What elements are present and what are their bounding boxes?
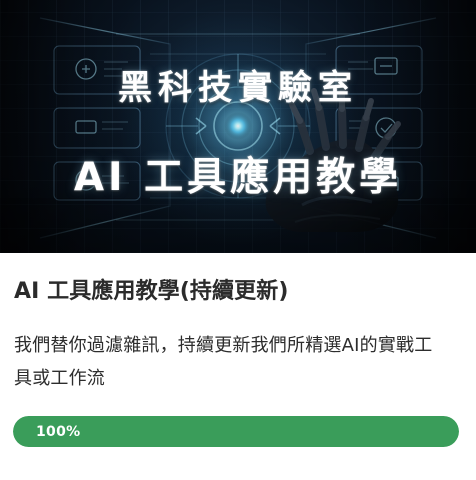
progress-label: 100% [36, 423, 81, 440]
course-title: AI 工具應用教學(持續更新) [14, 279, 289, 304]
cover-subtitle: AI 工具應用教學 [73, 155, 403, 200]
course-cover-image: 黑科技實驗室 AI 工具應用教學 [0, 0, 476, 253]
progress-track: 100% [13, 416, 459, 447]
cover-title: 黑科技實驗室 [118, 68, 358, 108]
hero-vignette [0, 0, 476, 253]
course-details: AI 工具應用教學(持續更新) 我們替你過濾雜訊，持續更新我們所精選AI的實戰工… [0, 253, 476, 480]
course-description: 我們替你過濾雜訊，持續更新我們所精選AI的實戰工具或工作流 [14, 335, 433, 389]
course-card[interactable]: 黑科技實驗室 AI 工具應用教學 AI 工具應用教學(持續更新) 我們替你過濾雜… [0, 0, 476, 480]
